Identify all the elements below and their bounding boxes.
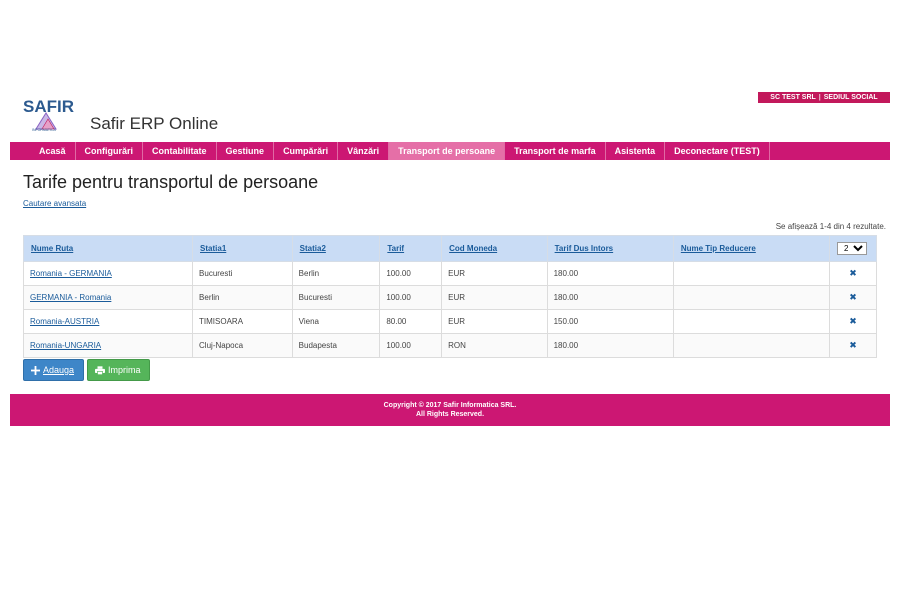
cell-statia2: Budapesta — [291, 333, 381, 358]
cell-statia2: Bucuresti — [291, 285, 381, 310]
table-row: Romania-AUSTRIA TIMISOARA Viena 80.00 EU… — [22, 309, 878, 334]
sort-nume-tip-reducere[interactable]: Nume Tip Reducere — [681, 244, 756, 253]
advanced-search-link[interactable]: Cautare avansata — [23, 199, 86, 208]
cell-tarif-dus-intors: 180.00 — [546, 261, 674, 286]
table-row: Romania - GERMANIA Bucuresti Berlin 100.… — [22, 261, 878, 286]
cell-statia2: Viena — [291, 309, 381, 334]
col-header-statia1: Statia1 — [192, 235, 293, 262]
cell-nume-ruta: Romania - GERMANIA — [22, 261, 194, 286]
sort-nume-ruta[interactable]: Nume Ruta — [31, 244, 73, 253]
cell-cod-moneda: EUR — [441, 285, 548, 310]
cell-tarif: 100.00 — [379, 261, 443, 286]
cell-tarif-dus-intors: 180.00 — [546, 333, 674, 358]
cell-tarif: 100.00 — [379, 333, 443, 358]
cell-tarif-dus-intors: 180.00 — [546, 285, 674, 310]
tariffs-table: Nume Ruta Statia1 Statia2 Tarif Cod Mone… — [22, 235, 878, 358]
cell-tarif: 80.00 — [379, 309, 443, 334]
footer-copyright: Copyright © 2017 Safir Informatica SRL. — [383, 402, 517, 409]
delete-icon[interactable]: ✖ — [849, 340, 857, 350]
print-button[interactable]: Imprima — [87, 359, 150, 381]
cell-cod-moneda: EUR — [441, 261, 548, 286]
company-name[interactable]: SC TEST SRL — [770, 94, 816, 101]
col-header-tarif-dus-intors: Tarif Dus Intors — [546, 235, 674, 262]
cell-tarif: 100.00 — [379, 285, 443, 310]
main-nav: Acasă Configurări Contabilitate Gestiune… — [10, 142, 890, 160]
nav-item-cumparari[interactable]: Cumpărări — [274, 142, 339, 160]
cell-statia1: Berlin — [192, 285, 293, 310]
col-header-page-size: 20 — [828, 235, 878, 262]
route-link[interactable]: Romania-UNGARIA — [30, 341, 101, 350]
sort-tarif[interactable]: Tarif — [387, 244, 404, 253]
cell-delete: ✖ — [828, 285, 878, 310]
cell-tarif-dus-intors: 150.00 — [546, 309, 674, 334]
delete-icon[interactable]: ✖ — [849, 268, 857, 278]
sort-statia2[interactable]: Statia2 — [300, 244, 326, 253]
add-button-label: Adauga — [43, 365, 75, 375]
cell-statia1: Cluj-Napoca — [192, 333, 293, 358]
safir-logo[interactable]: SAFIR INFORMATICA — [22, 96, 86, 132]
route-link[interactable]: GERMANIA - Romania — [30, 293, 111, 302]
logo-subtext: INFORMATICA — [32, 128, 57, 132]
table-row: GERMANIA - Romania Berlin Bucuresti 100.… — [22, 285, 878, 310]
app-title: Safir ERP Online — [90, 114, 219, 133]
nav-item-deconectare[interactable]: Deconectare (TEST) — [665, 142, 770, 160]
cell-nume-ruta: Romania-UNGARIA — [22, 333, 194, 358]
cell-delete: ✖ — [828, 333, 878, 358]
printer-icon — [95, 365, 105, 375]
cell-statia2: Berlin — [291, 261, 381, 286]
cell-delete: ✖ — [828, 261, 878, 286]
company-bar: SC TEST SRL | SEDIUL SOCIAL — [758, 92, 890, 103]
cell-nume-tip-reducere — [672, 261, 830, 286]
route-link[interactable]: Romania - GERMANIA — [30, 269, 112, 278]
col-header-nume-ruta: Nume Ruta — [22, 235, 194, 262]
cell-delete: ✖ — [828, 309, 878, 334]
print-button-label: Imprima — [108, 365, 141, 375]
add-button[interactable]: Adauga — [23, 359, 84, 381]
nav-item-gestiune[interactable]: Gestiune — [217, 142, 275, 160]
route-link[interactable]: Romania-AUSTRIA — [30, 317, 99, 326]
nav-item-vanzari[interactable]: Vânzări — [338, 142, 390, 160]
col-header-statia2: Statia2 — [291, 235, 381, 262]
cell-statia1: TIMISOARA — [192, 309, 293, 334]
company-bar-separator: | — [818, 94, 821, 101]
delete-icon[interactable]: ✖ — [849, 316, 857, 326]
col-header-cod-moneda: Cod Moneda — [441, 235, 548, 262]
cell-nume-tip-reducere — [672, 309, 830, 334]
results-summary: Se afișează 1-4 din 4 rezultate. — [775, 222, 886, 231]
cell-nume-ruta: Romania-AUSTRIA — [22, 309, 194, 334]
sort-statia1[interactable]: Statia1 — [200, 244, 226, 253]
table-header-row: Nume Ruta Statia1 Statia2 Tarif Cod Mone… — [22, 235, 878, 262]
nav-item-acasa[interactable]: Acasă — [30, 142, 76, 160]
cell-cod-moneda: EUR — [441, 309, 548, 334]
cell-nume-tip-reducere — [672, 285, 830, 310]
nav-item-transport-marfa[interactable]: Transport de marfa — [505, 142, 606, 160]
cell-cod-moneda: RON — [441, 333, 548, 358]
sort-tarif-dus-intors[interactable]: Tarif Dus Intors — [555, 244, 614, 253]
table-row: Romania-UNGARIA Cluj-Napoca Budapesta 10… — [22, 333, 878, 358]
page-size-select[interactable]: 20 — [837, 242, 867, 255]
plus-icon — [31, 365, 40, 375]
nav-item-transport-persoane[interactable]: Transport de persoane — [389, 142, 506, 160]
nav-item-asistenta[interactable]: Asistenta — [606, 142, 666, 160]
col-header-nume-tip-reducere: Nume Tip Reducere — [672, 235, 830, 262]
footer: Copyright © 2017 Safir Informatica SRL. … — [10, 394, 890, 426]
cell-nume-ruta: GERMANIA - Romania — [22, 285, 194, 310]
sort-cod-moneda[interactable]: Cod Moneda — [449, 244, 497, 253]
nav-item-contabilitate[interactable]: Contabilitate — [143, 142, 217, 160]
company-location[interactable]: SEDIUL SOCIAL — [824, 94, 878, 101]
page-title: Tarife pentru transportul de persoane — [23, 172, 319, 192]
logo-text: SAFIR — [23, 97, 74, 116]
delete-icon[interactable]: ✖ — [849, 292, 857, 302]
footer-rights: All Rights Reserved. — [415, 411, 485, 418]
nav-item-configurari[interactable]: Configurări — [76, 142, 144, 160]
col-header-tarif: Tarif — [379, 235, 443, 262]
cell-statia1: Bucuresti — [192, 261, 293, 286]
cell-nume-tip-reducere — [672, 333, 830, 358]
